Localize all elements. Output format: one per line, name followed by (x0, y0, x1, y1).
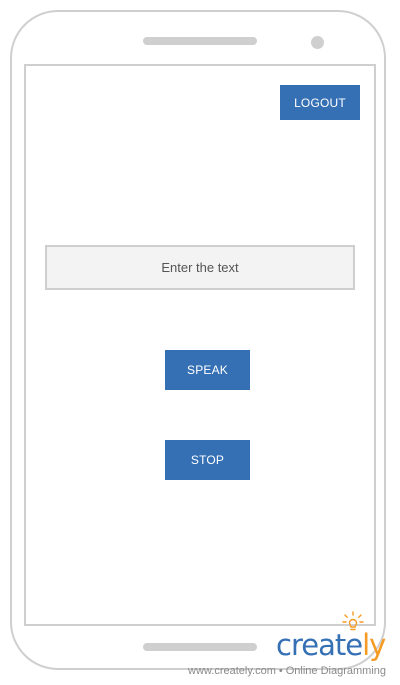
phone-speaker (143, 37, 257, 45)
watermark-tagline: Online Diagramming (285, 665, 386, 677)
watermark-site: www.creately.com (188, 665, 276, 677)
text-input[interactable] (45, 245, 355, 290)
phone-home-bar (143, 643, 257, 651)
watermark-separator: • (278, 665, 283, 677)
phone-screen (24, 64, 376, 626)
logo-text-tail: ly (362, 628, 386, 662)
logout-button[interactable]: LOGOUT (280, 85, 360, 120)
creately-logo: creately (276, 611, 391, 665)
watermark-footer: www.creately.com • Online Diagramming (188, 665, 386, 677)
logo-wordmark: creately (276, 627, 386, 663)
speak-button[interactable]: SPEAK (165, 350, 250, 390)
stop-button[interactable]: STOP (165, 440, 250, 480)
logo-text-main: create (276, 628, 363, 662)
phone-camera (311, 36, 324, 49)
